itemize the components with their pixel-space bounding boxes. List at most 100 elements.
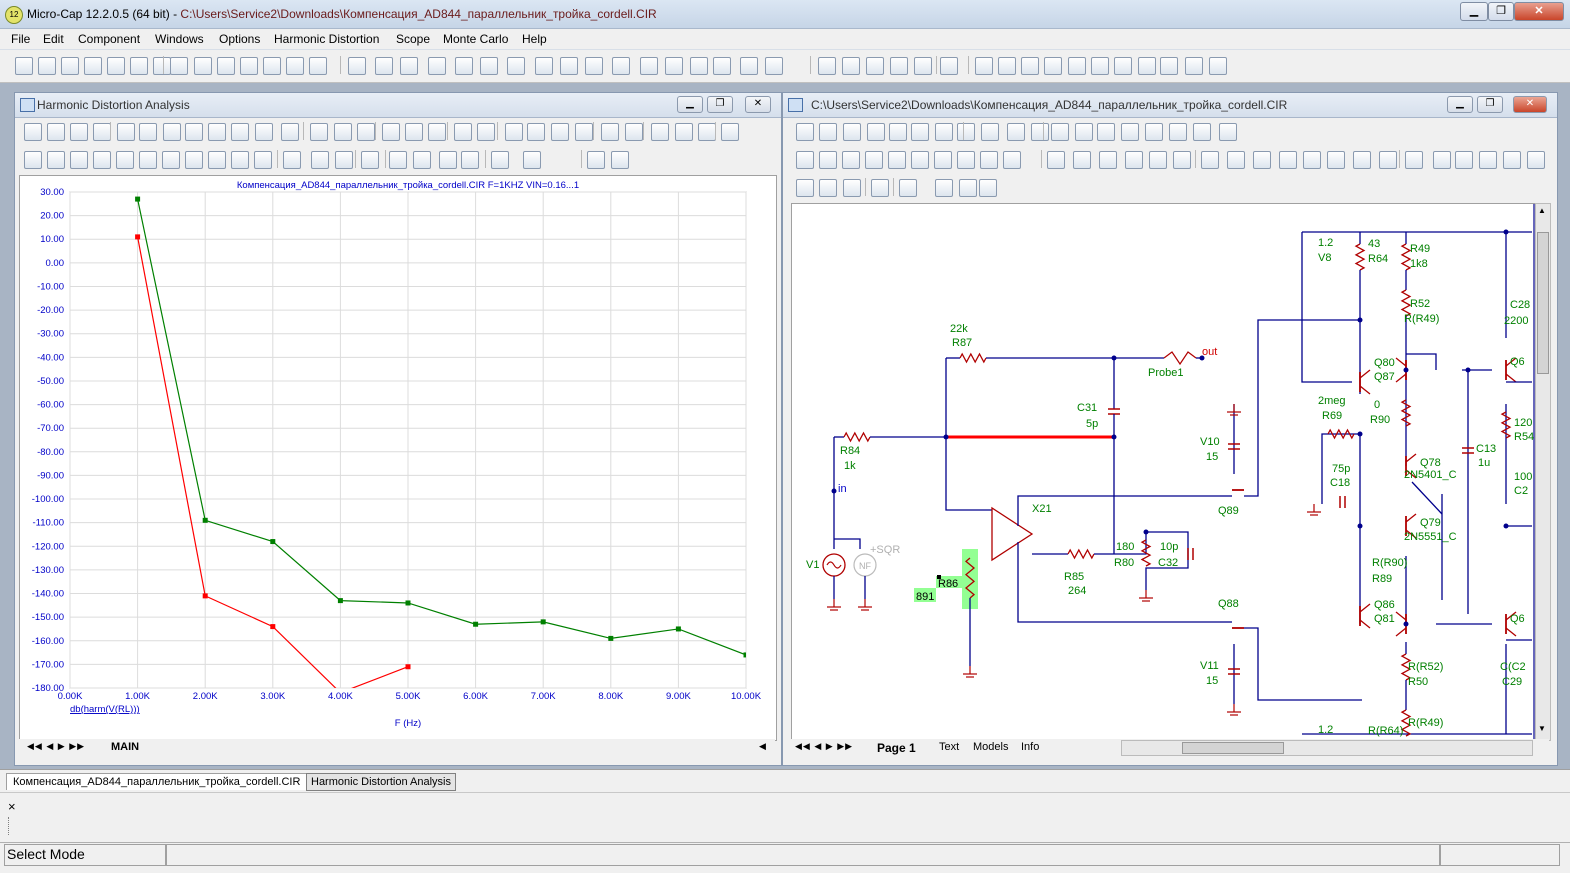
analysis-b-tool-18-icon[interactable]	[439, 151, 457, 169]
schematic-horizontal-scrollbar[interactable]	[1121, 740, 1533, 756]
analysis-b-tool-17-icon[interactable]	[413, 151, 431, 169]
page-last-icon[interactable]: ▶▶	[837, 741, 853, 751]
main-tool-47-icon[interactable]	[1185, 57, 1203, 75]
main-tool-41-icon[interactable]	[1044, 57, 1062, 75]
main-tool-1-icon[interactable]	[15, 57, 33, 75]
tab-first-icon[interactable]: ◀◀	[27, 741, 43, 751]
maximize-button[interactable]: ❐	[1488, 2, 1514, 21]
schematic-minimize-button[interactable]: ▁	[1447, 96, 1473, 113]
schematic-drawing[interactable]: 22k R87 Probe1 out C31 5p R84 1k in V1 +SQR NF X21 R8…	[792, 204, 1536, 740]
schem-b-tool-4-icon[interactable]	[865, 151, 883, 169]
analysis-a-tool-9-icon[interactable]	[208, 123, 226, 141]
schematic-maximize-button[interactable]: ❐	[1477, 96, 1503, 113]
main-tool-40-icon[interactable]	[1021, 57, 1039, 75]
main-tool-17-icon[interactable]	[400, 57, 418, 75]
analysis-b-tool-5-icon[interactable]	[116, 151, 134, 169]
schem-a-tool-5-icon[interactable]	[889, 123, 907, 141]
tab-nav-arrows[interactable]: ◀◀ ◀ ▶ ▶▶	[27, 741, 85, 752]
schematic-vertical-scrollbar[interactable]: ▲ ▼	[1535, 203, 1551, 741]
schem-c-tool-7-icon[interactable]	[959, 179, 977, 197]
main-tool-18-icon[interactable]	[428, 57, 446, 75]
schem-a-tool-18-icon[interactable]	[1193, 123, 1211, 141]
main-tool-36-icon[interactable]	[914, 57, 932, 75]
main-tool-39-icon[interactable]	[998, 57, 1016, 75]
main-tool-15-icon[interactable]	[348, 57, 366, 75]
analysis-a-tool-15-icon[interactable]	[357, 123, 375, 141]
menu-monte-carlo[interactable]: Monte Carlo	[443, 32, 508, 46]
schem-a-tool-12-icon[interactable]	[1051, 123, 1069, 141]
schem-c-tool-1-icon[interactable]	[796, 179, 814, 197]
analysis-a-tool-14-icon[interactable]	[334, 123, 352, 141]
scroll-down-icon[interactable]: ▼	[1538, 724, 1546, 733]
tab-info[interactable]: Info	[1021, 741, 1039, 753]
analysis-a-tool-10-icon[interactable]	[231, 123, 249, 141]
analysis-a-tool-8-icon[interactable]	[185, 123, 203, 141]
main-tool-14-icon[interactable]	[309, 57, 327, 75]
schem-a-tool-1-icon[interactable]	[796, 123, 814, 141]
menu-edit[interactable]: Edit	[43, 32, 64, 46]
schem-b-tool-18-icon[interactable]	[1227, 151, 1245, 169]
main-tool-7-icon[interactable]	[153, 57, 171, 75]
schem-a-tool-15-icon[interactable]	[1121, 123, 1139, 141]
schem-b-tool-29-icon[interactable]	[1503, 151, 1521, 169]
scroll-up-icon[interactable]: ▲	[1538, 206, 1546, 215]
schem-c-tool-4-icon[interactable]	[871, 179, 889, 197]
analysis-a-tool-23-icon[interactable]	[551, 123, 569, 141]
main-tool-33-icon[interactable]	[842, 57, 860, 75]
analysis-a-tool-2-icon[interactable]	[47, 123, 65, 141]
schem-c-tool-8-icon[interactable]	[979, 179, 997, 197]
schematic-close-button[interactable]: ✕	[1513, 96, 1547, 113]
main-tool-10-icon[interactable]	[217, 57, 235, 75]
schem-a-tool-8-icon[interactable]	[957, 123, 975, 141]
main-tool-8-icon[interactable]	[170, 57, 188, 75]
main-tool-11-icon[interactable]	[240, 57, 258, 75]
main-tool-22-icon[interactable]	[535, 57, 553, 75]
main-tool-5-icon[interactable]	[107, 57, 125, 75]
analysis-a-tool-11-icon[interactable]	[255, 123, 273, 141]
analysis-a-tool-16-icon[interactable]	[382, 123, 400, 141]
schem-a-tool-6-icon[interactable]	[911, 123, 929, 141]
schem-b-tool-30-icon[interactable]	[1527, 151, 1545, 169]
schem-b-tool-21-icon[interactable]	[1303, 151, 1321, 169]
main-tool-34-icon[interactable]	[866, 57, 884, 75]
main-tool-35-icon[interactable]	[890, 57, 908, 75]
analysis-b-tool-2-icon[interactable]	[47, 151, 65, 169]
analysis-b-tool-22-icon[interactable]	[587, 151, 605, 169]
schem-a-tool-4-icon[interactable]	[867, 123, 885, 141]
page-prev-icon[interactable]: ◀	[814, 741, 822, 751]
analysis-b-tool-19-icon[interactable]	[461, 151, 479, 169]
plot-panel[interactable]: 0.00K 1.00K 2.00K 3.00K 4.00K 5.00K 6.00K 7.00K…	[19, 175, 777, 741]
schematic-canvas[interactable]: 22k R87 Probe1 out C31 5p R84 1k in V1 +SQR NF X21 R8…	[791, 203, 1537, 741]
analysis-a-tool-22-icon[interactable]	[527, 123, 545, 141]
analysis-b-tool-3-icon[interactable]	[70, 151, 88, 169]
main-tool-19-icon[interactable]	[455, 57, 473, 75]
analysis-b-tool-10-icon[interactable]	[231, 151, 249, 169]
main-tool-6-icon[interactable]	[130, 57, 148, 75]
main-tool-30-icon[interactable]	[740, 57, 758, 75]
analysis-b-tool-7-icon[interactable]	[162, 151, 180, 169]
schem-b-tool-13-icon[interactable]	[1099, 151, 1117, 169]
tab-last-icon[interactable]: ▶▶	[69, 741, 85, 751]
schem-b-tool-17-icon[interactable]	[1201, 151, 1219, 169]
analysis-b-tool-21-icon[interactable]	[523, 151, 541, 169]
analysis-a-tool-28-icon[interactable]	[675, 123, 693, 141]
main-tool-45-icon[interactable]	[1138, 57, 1156, 75]
analysis-b-tool-8-icon[interactable]	[185, 151, 203, 169]
analysis-a-tool-4-icon[interactable]	[93, 123, 111, 141]
analysis-b-tool-12-icon[interactable]	[283, 151, 301, 169]
analysis-a-tool-6-icon[interactable]	[139, 123, 157, 141]
page-nav-arrows[interactable]: ◀◀ ◀ ▶ ▶▶	[795, 741, 853, 752]
analysis-b-tool-9-icon[interactable]	[208, 151, 226, 169]
schematic-window[interactable]: C:\Users\Service2\Downloads\Компенсация_…	[782, 92, 1558, 766]
vertical-scroll-thumb[interactable]	[1537, 232, 1549, 374]
analysis-a-tool-1-icon[interactable]	[24, 123, 42, 141]
main-tool-4-icon[interactable]	[84, 57, 102, 75]
main-tool-46-icon[interactable]	[1160, 57, 1178, 75]
analysis-maximize-button[interactable]: ❐	[707, 96, 733, 113]
page-first-icon[interactable]: ◀◀	[795, 741, 811, 751]
horizontal-scroll-thumb[interactable]	[1182, 742, 1284, 754]
schem-b-tool-2-icon[interactable]	[819, 151, 837, 169]
analysis-a-tool-13-icon[interactable]	[310, 123, 328, 141]
schem-a-tool-13-icon[interactable]	[1075, 123, 1093, 141]
analysis-b-tool-11-icon[interactable]	[254, 151, 272, 169]
